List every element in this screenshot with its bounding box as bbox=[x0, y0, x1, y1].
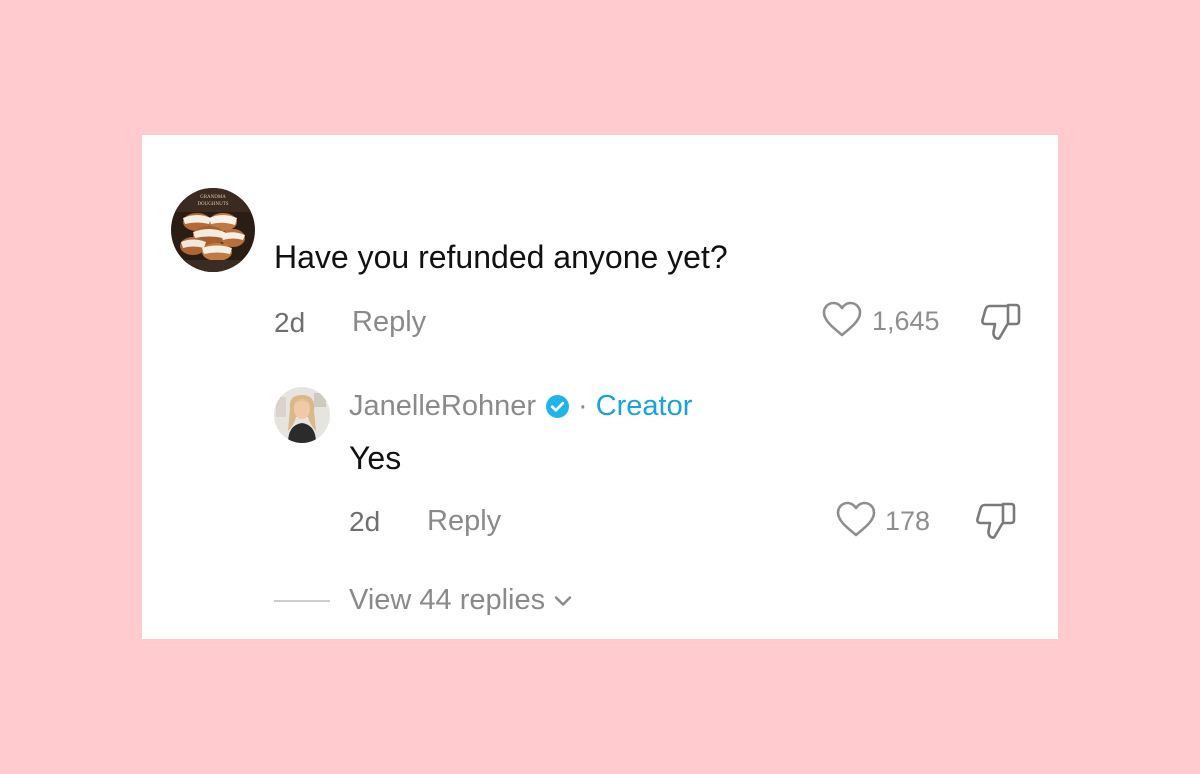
verified-badge-icon bbox=[546, 395, 570, 418]
reply-reply-button[interactable]: Reply bbox=[427, 505, 501, 538]
creator-avatar[interactable] bbox=[274, 387, 330, 443]
creator-username[interactable]: JanelleRohner bbox=[349, 390, 536, 423]
view-replies-label: View 44 replies bbox=[349, 584, 546, 616]
chevron-down-icon bbox=[554, 595, 572, 606]
comment-like-count: 1,645 bbox=[872, 306, 940, 336]
reply-like-button[interactable] bbox=[836, 501, 876, 539]
commenter-avatar[interactable]: GRANDMA DOUGHNUTS bbox=[171, 188, 255, 272]
separator-dot: · bbox=[578, 390, 588, 422]
reply-timestamp: 2d bbox=[349, 506, 381, 537]
reply-dislike-button[interactable] bbox=[975, 501, 1017, 541]
thumbs-down-icon bbox=[981, 303, 1021, 340]
creator-tag: Creator bbox=[595, 390, 693, 422]
comment-like-button[interactable] bbox=[822, 301, 862, 339]
reply-text: Yes bbox=[349, 440, 402, 476]
comment-timestamp: 2d bbox=[274, 307, 306, 338]
doughnut-avatar-image: GRANDMA DOUGHNUTS bbox=[171, 188, 255, 272]
avatar-caption-1: GRANDMA bbox=[200, 195, 226, 200]
heart-outline-icon bbox=[836, 501, 876, 537]
view-replies-button[interactable]: View 44 replies bbox=[349, 584, 573, 617]
thumbs-down-icon bbox=[976, 502, 1016, 539]
comment-reply-button[interactable]: Reply bbox=[352, 306, 426, 339]
creator-avatar-image bbox=[274, 387, 330, 443]
replies-divider bbox=[274, 600, 330, 602]
avatar-caption-2: DOUGHNUTS bbox=[197, 202, 228, 207]
comment-card: GRANDMA DOUGHNUTS Have you refunded anyo… bbox=[142, 135, 1058, 639]
creator-username-row: JanelleRohner · Creator bbox=[349, 390, 692, 423]
reply-like-count: 178 bbox=[885, 506, 931, 536]
comment-dislike-button[interactable] bbox=[980, 302, 1022, 342]
heart-outline-icon bbox=[822, 301, 862, 337]
comment-text: Have you refunded anyone yet? bbox=[274, 239, 728, 275]
